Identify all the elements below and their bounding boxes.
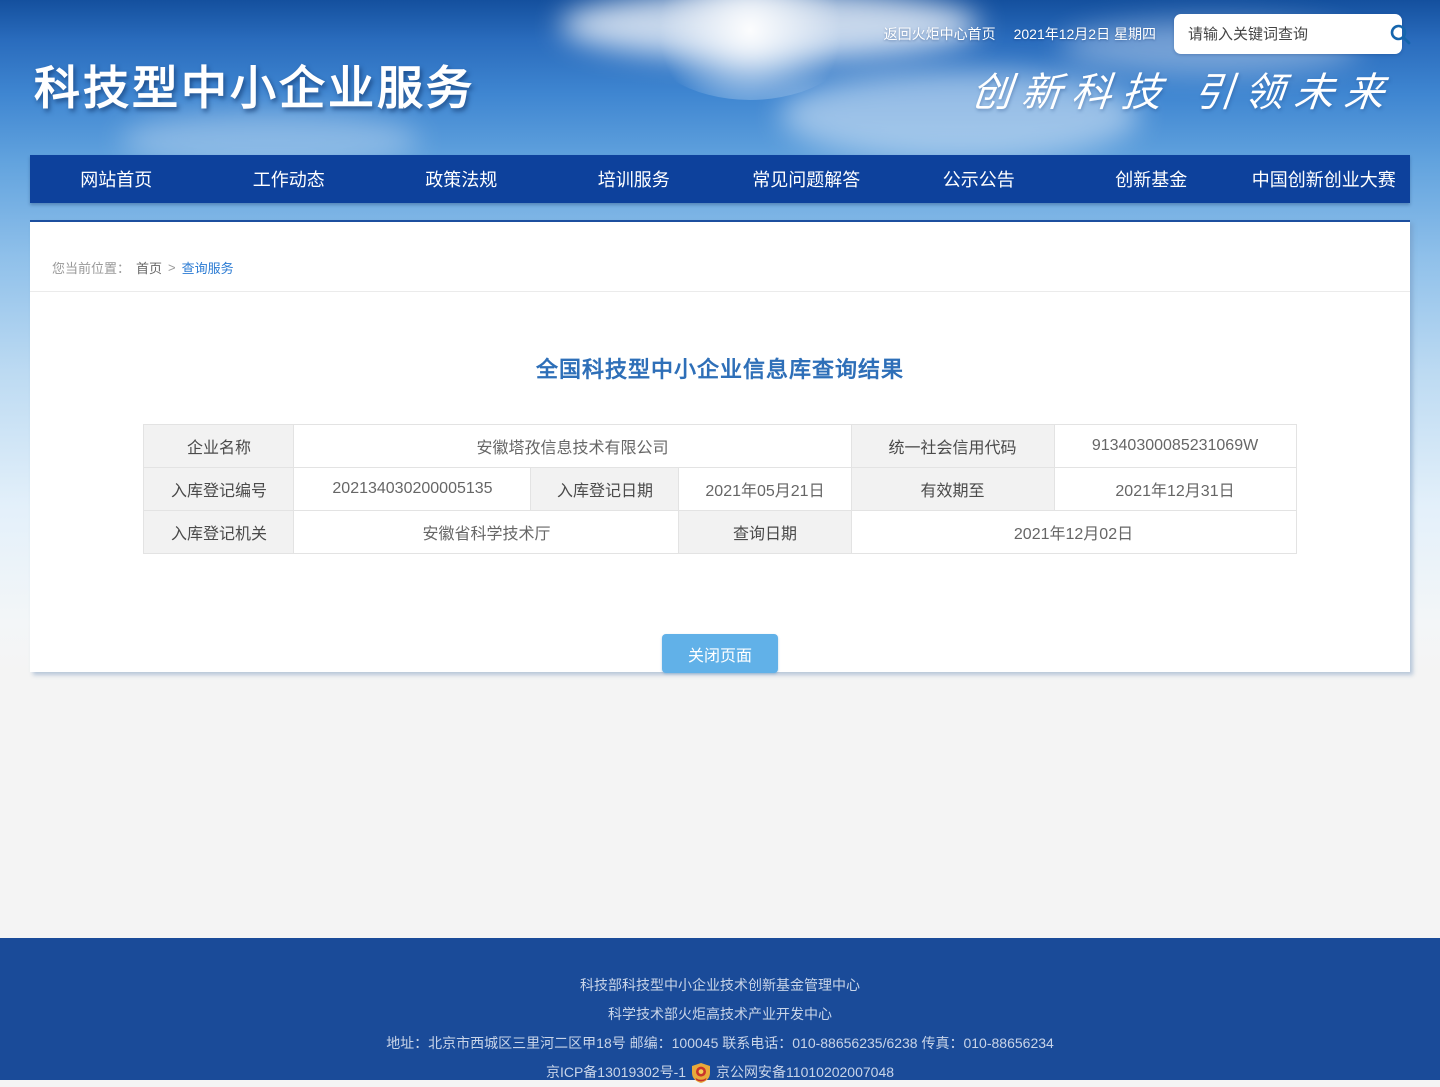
breadcrumb-separator: > [168, 260, 176, 275]
site-title: 科技型中小企业服务 [34, 52, 475, 118]
credit-code-label: 统一社会信用代码 [851, 425, 1054, 468]
breadcrumb-current-link[interactable]: 查询服务 [182, 258, 234, 277]
return-torch-home-link[interactable]: 返回火炬中心首页 [884, 24, 996, 44]
registration-number-value: 202134030200005135 [294, 468, 531, 511]
footer: 科技部科技型中小企业技术创新基金管理中心 科学技术部火炬高技术产业开发中心 地址… [0, 938, 1440, 1080]
registration-authority-value: 安徽省科学技术厅 [294, 511, 679, 554]
footer-org-line2: 科学技术部火炬高技术产业开发中心 [0, 1000, 1440, 1029]
query-date-label: 查询日期 [679, 511, 851, 554]
nav-item-policies[interactable]: 政策法规 [375, 155, 548, 203]
registration-number-label: 入库登记编号 [144, 468, 294, 511]
main-nav: 网站首页 工作动态 政策法规 培训服务 常见问题解答 公示公告 创新基金 中国创… [30, 155, 1410, 203]
table-row: 企业名称 安徽塔孜信息技术有限公司 统一社会信用代码 9134030008523… [144, 425, 1296, 468]
nav-item-training[interactable]: 培训服务 [548, 155, 721, 203]
query-result-table: 企业名称 安徽塔孜信息技术有限公司 统一社会信用代码 9134030008523… [143, 424, 1296, 554]
nav-item-work-news[interactable]: 工作动态 [203, 155, 376, 203]
breadcrumb: 您当前位置： 首页 > 查询服务 [30, 222, 1410, 292]
company-name-label: 企业名称 [144, 425, 294, 468]
footer-org-line1: 科技部科技型中小企业技术创新基金管理中心 [0, 971, 1440, 1000]
company-name-value: 安徽塔孜信息技术有限公司 [294, 425, 851, 468]
nav-item-announcements[interactable]: 公示公告 [893, 155, 1066, 203]
registration-date-label: 入库登记日期 [531, 468, 679, 511]
registration-authority-label: 入库登记机关 [144, 511, 294, 554]
header-slogan: 创新科技 引领未来 [969, 60, 1398, 118]
breadcrumb-home-link[interactable]: 首页 [136, 258, 162, 277]
search-box[interactable] [1174, 14, 1402, 54]
page-title: 全国科技型中小企业信息库查询结果 [30, 352, 1410, 384]
nav-item-faq[interactable]: 常见问题解答 [720, 155, 893, 203]
valid-until-label: 有效期至 [851, 468, 1054, 511]
table-row: 入库登记编号 202134030200005135 入库登记日期 2021年05… [144, 468, 1296, 511]
nav-item-home[interactable]: 网站首页 [30, 155, 203, 203]
current-date-text: 2021年12月2日 星期四 [1014, 24, 1156, 44]
close-page-button[interactable]: 关闭页面 [662, 634, 778, 673]
search-input[interactable] [1188, 26, 1387, 43]
footer-beian-row: 京ICP备13019302号-1 京公网安备11010202007048 [0, 1058, 1440, 1087]
footer-contact-line: 地址：北京市西城区三里河二区甲18号 邮编：100045 联系电话：010-88… [0, 1029, 1440, 1058]
registration-date-value: 2021年05月21日 [679, 468, 851, 511]
icp-license-link[interactable]: 京ICP备13019302号-1 [546, 1058, 686, 1087]
query-date-value: 2021年12月02日 [851, 511, 1296, 554]
nav-item-competition[interactable]: 中国创新创业大赛 [1238, 155, 1411, 203]
table-row: 入库登记机关 安徽省科学技术厅 查询日期 2021年12月02日 [144, 511, 1296, 554]
breadcrumb-prefix: 您当前位置： [52, 258, 130, 277]
valid-until-value: 2021年12月31日 [1054, 468, 1296, 511]
content-card: 您当前位置： 首页 > 查询服务 全国科技型中小企业信息库查询结果 企业名称 安… [30, 220, 1410, 672]
nav-item-innovation-fund[interactable]: 创新基金 [1065, 155, 1238, 203]
credit-code-value: 91340300085231069W [1054, 425, 1296, 468]
header-top-bar: 返回火炬中心首页 2021年12月2日 星期四 [884, 14, 1402, 54]
search-icon[interactable] [1387, 21, 1413, 47]
police-record-link[interactable]: 京公网安备11010202007048 [716, 1058, 894, 1087]
